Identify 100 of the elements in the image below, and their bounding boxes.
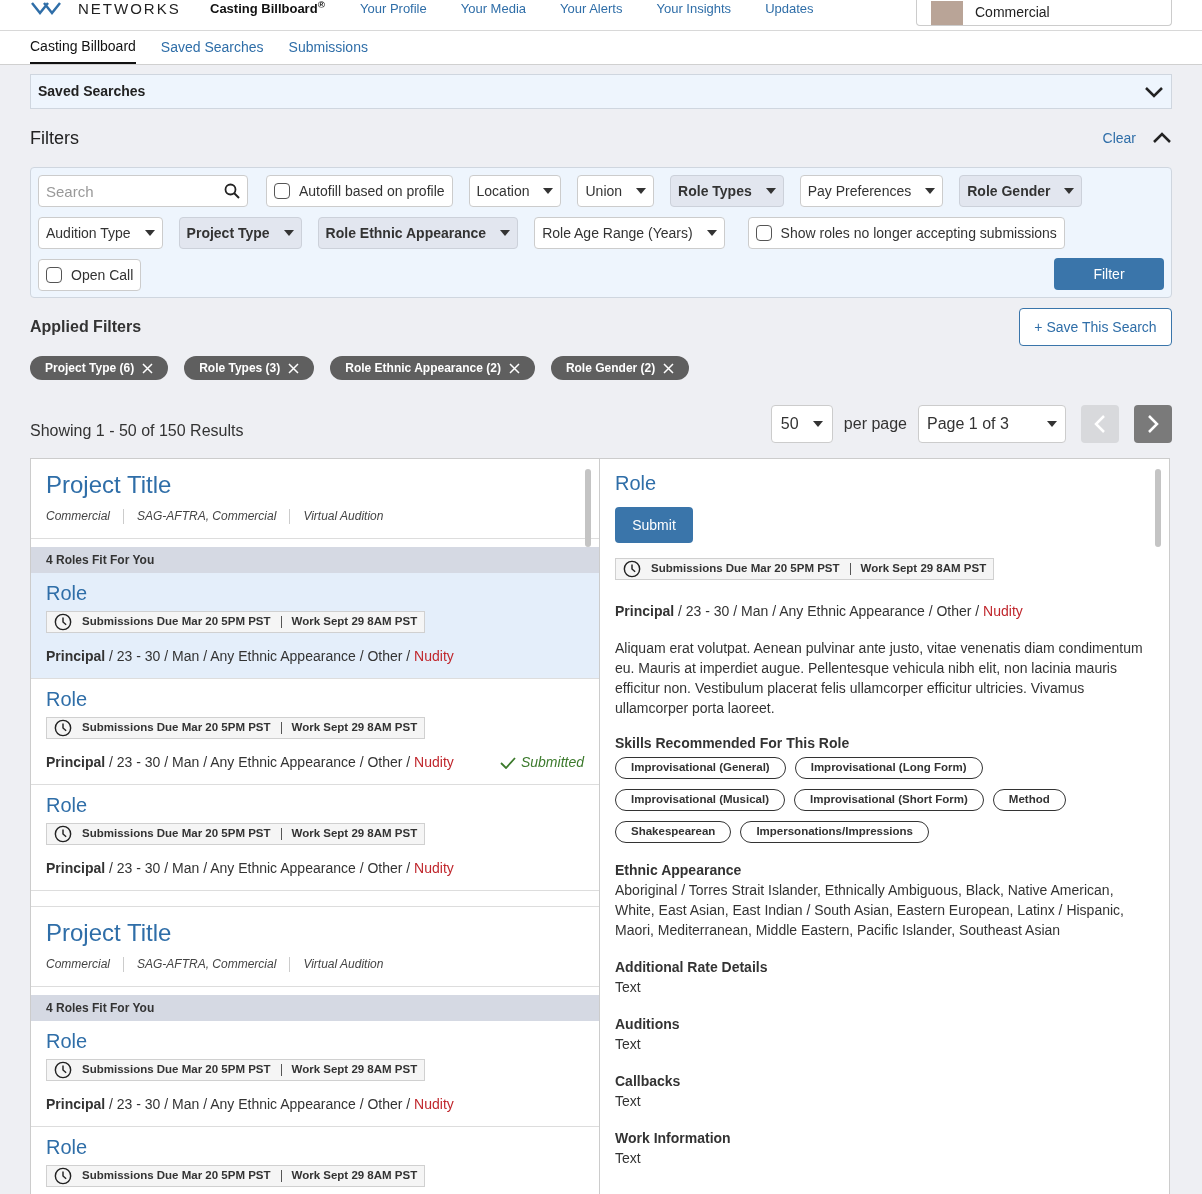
caret-icon bbox=[812, 421, 823, 427]
due-date-tag: Submissions Due Mar 20 5PM PST Work Sept 29 8AM PST bbox=[46, 717, 426, 739]
section-text: Text bbox=[615, 978, 642, 997]
clock-icon bbox=[54, 1167, 72, 1185]
nav-link[interactable]: Your Insights bbox=[656, 0, 732, 18]
brand-title: Casting Billboard$^{®}$ bbox=[210, 0, 326, 18]
search-icon bbox=[224, 183, 240, 199]
section-text: Text bbox=[615, 1092, 642, 1111]
dropdown-filter[interactable]: Role Types bbox=[670, 175, 784, 207]
clock-icon bbox=[54, 1061, 72, 1079]
close-icon bbox=[142, 362, 154, 374]
roles-fit-bar: 4 Roles Fit For You bbox=[31, 995, 599, 1021]
next-page-button[interactable] bbox=[1134, 405, 1172, 443]
caret-icon bbox=[543, 188, 554, 194]
caret-icon bbox=[283, 230, 294, 236]
dropdown-filter[interactable]: Location bbox=[468, 175, 562, 207]
nav-link[interactable]: Your Profile bbox=[360, 0, 427, 18]
role-summary: Principal / 23 - 30 / Man / Any Ethnic Appearance / Other / Nudity bbox=[615, 602, 1024, 621]
caret-icon bbox=[500, 230, 511, 236]
tab[interactable]: Submissions bbox=[288, 31, 368, 64]
checkbox-filter[interactable]: Show roles no longer accepting submissions bbox=[747, 217, 1065, 249]
section-heading: Ethnic Appearance bbox=[615, 861, 743, 880]
project-meta: SAG-AFTRA, Commercial bbox=[137, 508, 277, 525]
role-summary: Principal / 23 - 30 / Man / Any Ethnic Appearance / Other / Nudity bbox=[46, 647, 454, 666]
roles-fit-bar: 4 Roles Fit For You bbox=[31, 547, 599, 573]
filter-chip[interactable]: Role Types (3) bbox=[184, 356, 315, 380]
section-text: Text bbox=[615, 1149, 642, 1168]
project-title[interactable]: Project Title bbox=[46, 917, 584, 949]
tab[interactable]: Saved Searches bbox=[160, 31, 264, 64]
applied-filters-title: Applied Filters bbox=[30, 317, 142, 337]
project-meta: Virtual Audition bbox=[303, 508, 384, 525]
caret-icon bbox=[706, 230, 717, 236]
page-select[interactable]: Page 1 of 3 bbox=[918, 405, 1066, 443]
dropdown-filter[interactable]: Role Ethnic Appearance bbox=[317, 217, 519, 249]
role-title: Role bbox=[46, 1135, 89, 1160]
due-date-tag: Submissions Due Mar 20 5PM PST Work Sept 29 8AM PST bbox=[46, 823, 426, 845]
chevron-left-icon bbox=[1094, 414, 1106, 434]
role-title: Role bbox=[46, 1029, 89, 1054]
project-title[interactable]: Project Title bbox=[46, 469, 584, 501]
section-heading: Auditions bbox=[615, 1015, 681, 1034]
clock-icon bbox=[54, 613, 72, 631]
role-summary: Principal / 23 - 30 / Man / Any Ethnic Appearance / Other / Nudity bbox=[46, 753, 454, 772]
project-meta: Commercial bbox=[46, 956, 110, 973]
checkbox[interactable] bbox=[274, 183, 290, 199]
filter-chip[interactable]: Role Ethnic Appearance (2) bbox=[330, 356, 535, 380]
nav-link[interactable]: Your Alerts bbox=[560, 0, 623, 18]
role-title: Role bbox=[46, 581, 89, 606]
results-summary: Showing 1 - 50 of 150 Results bbox=[30, 421, 244, 441]
due-date-tag: Submissions Due Mar 20 5PM PST Work Sept 29 8AM PST bbox=[615, 558, 995, 580]
save-search-button[interactable]: + Save This Search bbox=[1019, 308, 1172, 346]
search-field[interactable]: Search bbox=[38, 175, 248, 207]
role-title: Role bbox=[615, 471, 658, 496]
checkbox[interactable] bbox=[46, 267, 62, 283]
role-title: Role bbox=[46, 687, 89, 712]
checkbox-filter[interactable]: Autofill based on profile bbox=[266, 175, 453, 207]
caret-icon bbox=[925, 188, 936, 194]
account-menu[interactable]: Commercial bbox=[916, 0, 1172, 26]
dropdown-filter[interactable]: Project Type bbox=[178, 217, 302, 249]
dropdown-filter[interactable]: Role Gender bbox=[959, 175, 1083, 207]
role-row[interactable]: Role Submissions Due Mar 20 5PM PST Work Sept 29 8AM PST Principal / 23 - 30 / Man / Any Ethnic Appearance / Other / Nudity bbox=[31, 573, 599, 679]
close-icon bbox=[288, 362, 300, 374]
clock-icon bbox=[54, 825, 72, 843]
due-date-tag: Submissions Due Mar 20 5PM PST Work Sept 29 8AM PST bbox=[46, 611, 426, 633]
chevron-right-icon bbox=[1147, 414, 1159, 434]
per-page-label: per page bbox=[843, 414, 907, 434]
checkbox[interactable] bbox=[755, 225, 772, 241]
skills-heading: Skills Recommended For This Role bbox=[615, 734, 851, 753]
project-meta: Commercial bbox=[46, 508, 110, 525]
role-summary: Principal / 23 - 30 / Man / Any Ethnic Appearance / Other / Nudity bbox=[46, 859, 454, 878]
nav-link[interactable]: Updates bbox=[765, 0, 814, 18]
due-date-tag: Submissions Due Mar 20 5PM PST Work Sept 29 8AM PST bbox=[46, 1165, 426, 1187]
role-description: Aliquam erat volutpat. Aenean pulvinar ante justo, vitae venenatis diam condimentum eu. Mauris at imperdiet augue. Pellentesque vehicula nibh elit, non lacinia mauris efficitur non. Vestibulum placerat felis ullamcorper efficitur ultricies. Vivamus ullamcorper porta laoreet. bbox=[615, 639, 1144, 718]
dropdown-filter[interactable]: Union bbox=[577, 175, 655, 207]
logo-text: NETWORKS bbox=[78, 0, 181, 18]
saved-searches-bar[interactable]: Saved Searches bbox=[30, 74, 1172, 109]
checkbox-filter[interactable]: Open Call bbox=[38, 259, 142, 291]
dropdown-filter[interactable]: Role Age Range (Years) bbox=[534, 217, 725, 249]
caret-icon bbox=[1064, 188, 1075, 194]
scrollbar[interactable] bbox=[1155, 469, 1161, 547]
tab[interactable]: Casting Billboard bbox=[30, 31, 136, 64]
filter-chip[interactable]: Role Gender (2) bbox=[550, 356, 690, 380]
clock-icon bbox=[623, 560, 641, 578]
section-text: Text bbox=[615, 1035, 642, 1054]
project-meta: SAG-AFTRA, Commercial bbox=[137, 956, 277, 973]
clear-link[interactable]: Clear bbox=[1102, 127, 1136, 149]
close-icon bbox=[508, 362, 520, 374]
section-heading: Callbacks bbox=[615, 1072, 682, 1091]
clock-icon bbox=[54, 719, 72, 737]
section-heading: Work Information bbox=[615, 1129, 732, 1148]
dropdown-filter[interactable]: Audition Type bbox=[38, 217, 163, 249]
submit-button[interactable]: Submit bbox=[615, 507, 693, 543]
submitted-status: Submitted bbox=[499, 752, 584, 773]
scrollbar[interactable] bbox=[585, 469, 591, 547]
section-heading: Additional Rate Details bbox=[615, 958, 769, 977]
dropdown-filter[interactable]: Pay Preferences bbox=[799, 175, 944, 207]
nav-link[interactable]: Your Media bbox=[460, 0, 527, 18]
filter-chip[interactable]: Project Type (6) bbox=[30, 356, 169, 380]
per-page-select[interactable]: 50 bbox=[770, 405, 833, 443]
filter-button[interactable]: Filter bbox=[1054, 258, 1164, 290]
filters-title: Filters bbox=[30, 126, 79, 150]
